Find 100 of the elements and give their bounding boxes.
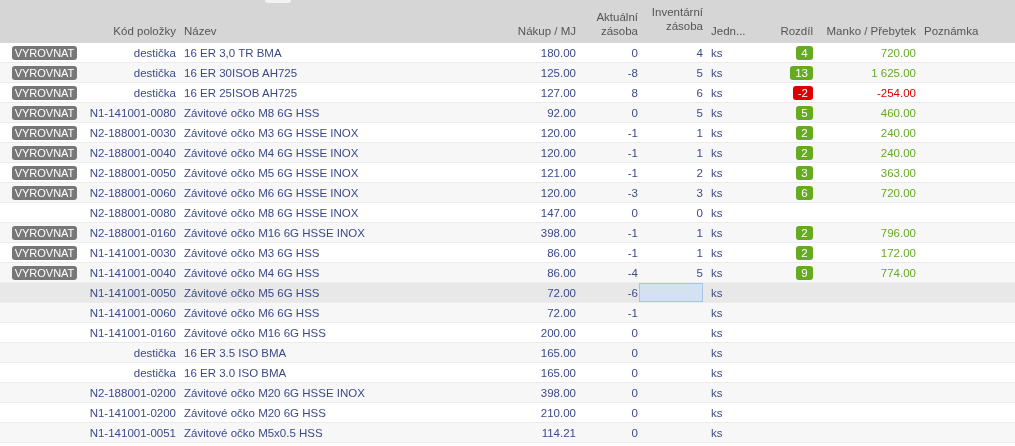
table-cell: N2-188001-0060: [89, 186, 176, 199]
table-cell: 86.00: [547, 246, 576, 259]
table-cell: 72.00: [547, 306, 576, 319]
table-cell: destička: [133, 346, 176, 359]
difference-badge: 3: [796, 165, 813, 180]
table-cell: 796.00: [880, 226, 916, 239]
balance-button[interactable]: VYROVNAT: [12, 185, 77, 200]
table-cell: Závitové očko M5x0.5 HSS: [184, 426, 323, 439]
table-cell: Závitové očko M3 6G HSS: [184, 246, 320, 259]
table-cell: 0: [631, 106, 638, 119]
table-cell: Závitové očko M5 6G HSS: [184, 286, 320, 299]
table-cell: 1: [696, 246, 703, 259]
table-cell: 4: [696, 46, 703, 59]
table-cell: ks: [711, 226, 723, 239]
balance-button[interactable]: VYROVNAT: [12, 65, 77, 80]
balance-button[interactable]: VYROVNAT: [12, 85, 77, 100]
table-cell: N2-188001-0040: [89, 146, 176, 159]
table-cell: ks: [711, 126, 723, 139]
column-header[interactable]: Rozdíl: [780, 24, 813, 38]
table-cell: 72.00: [547, 286, 576, 299]
table-cell: N1-141001-0040: [89, 266, 176, 279]
balance-button[interactable]: VYROVNAT: [12, 245, 77, 260]
table-cell: 8: [631, 86, 638, 99]
table-cell: 86.00: [547, 266, 576, 279]
table-cell: 0: [631, 366, 638, 379]
table-cell: -6: [627, 286, 638, 299]
table-cell: Závitové očko M20 6G HSS: [184, 406, 326, 419]
table-cell: ks: [711, 46, 723, 59]
table-cell: ks: [711, 286, 723, 299]
table-cell: 1: [696, 226, 703, 239]
table-cell: N1-141001-0160: [89, 326, 176, 339]
balance-button[interactable]: VYROVNAT: [12, 105, 77, 120]
table-cell: 398.00: [540, 226, 576, 239]
table-cell: -1: [627, 126, 638, 139]
table-cell: ks: [711, 306, 723, 319]
table-cell: ks: [711, 106, 723, 119]
table-cell: Závitové očko M6 6G HSS: [184, 306, 320, 319]
column-header[interactable]: Inventární zásoba: [642, 5, 703, 33]
table-cell: ks: [711, 246, 723, 259]
table-cell: 0: [631, 206, 638, 219]
column-header[interactable]: Nákup / MJ: [517, 24, 576, 38]
table-cell: ks: [711, 86, 723, 99]
table-cell: 120.00: [540, 186, 576, 199]
table-cell: ks: [711, 366, 723, 379]
table-cell: 16 ER 3.5 ISO BMA: [184, 346, 287, 359]
table-cell: N2-188001-0200: [89, 386, 176, 399]
table-cell: ks: [711, 266, 723, 279]
difference-badge: 2: [796, 225, 813, 240]
table-cell: 210.00: [540, 406, 576, 419]
table-cell: ks: [711, 66, 723, 79]
balance-button[interactable]: VYROVNAT: [12, 125, 77, 140]
table-cell: destička: [133, 86, 176, 99]
table-cell: 3: [696, 186, 703, 199]
table-cell: 363.00: [880, 166, 916, 179]
column-header[interactable]: Poznámka: [924, 24, 979, 38]
table-cell: 0: [631, 346, 638, 359]
table-cell: 120.00: [540, 126, 576, 139]
table-cell: N1-141001-0030: [89, 246, 176, 259]
table-cell: -1: [627, 306, 638, 319]
column-header[interactable]: Kód položky: [113, 24, 176, 38]
column-header[interactable]: Aktuální zásoba: [580, 10, 638, 38]
table-cell: destička: [133, 66, 176, 79]
table-cell: 0: [631, 46, 638, 59]
table-cell: ks: [711, 186, 723, 199]
table-cell: 16 ER 25ISOB AH725: [184, 86, 298, 99]
column-header[interactable]: Manko / Přebytek: [826, 24, 916, 38]
table-cell: Závitové očko M8 6G HSSE INOX: [184, 206, 359, 219]
balance-button[interactable]: VYROVNAT: [12, 265, 77, 280]
table-cell: 1: [696, 126, 703, 139]
balance-button[interactable]: VYROVNAT: [12, 145, 77, 160]
table-cell: 16 ER 3.0 ISO BMA: [184, 366, 287, 379]
table-cell: -3: [627, 186, 638, 199]
table-cell: 720.00: [880, 186, 916, 199]
table-cell: 16 ER 30ISOB AH725: [184, 66, 298, 79]
table-cell: ks: [711, 346, 723, 359]
table-cell: 5: [696, 106, 703, 119]
table-cell: 5: [696, 266, 703, 279]
difference-badge: -2: [792, 85, 813, 100]
table-cell: 0: [631, 386, 638, 399]
table-cell: ks: [711, 206, 723, 219]
balance-button[interactable]: VYROVNAT: [12, 45, 77, 60]
column-header[interactable]: Jedn...: [711, 24, 746, 38]
table-cell: -254.00: [877, 86, 916, 99]
table-cell: 120.00: [540, 146, 576, 159]
table-cell: ks: [711, 166, 723, 179]
input-field[interactable]: [639, 283, 703, 302]
column-header[interactable]: Název: [184, 24, 217, 38]
table-cell: 720.00: [880, 46, 916, 59]
balance-button[interactable]: VYROVNAT: [12, 225, 77, 240]
table-cell: 240.00: [880, 146, 916, 159]
table-cell: ks: [711, 426, 723, 439]
table-cell: N1-141001-0051: [89, 426, 176, 439]
table-cell: -8: [627, 66, 638, 79]
difference-badge: 4: [796, 45, 813, 60]
table-cell: Závitové očko M8 6G HSS: [184, 106, 320, 119]
balance-button[interactable]: VYROVNAT: [12, 165, 77, 180]
table-cell: 398.00: [540, 386, 576, 399]
table-cell: Závitové očko M16 6G HSS: [184, 326, 326, 339]
table-cell: 460.00: [880, 106, 916, 119]
table-cell: ks: [711, 326, 723, 339]
